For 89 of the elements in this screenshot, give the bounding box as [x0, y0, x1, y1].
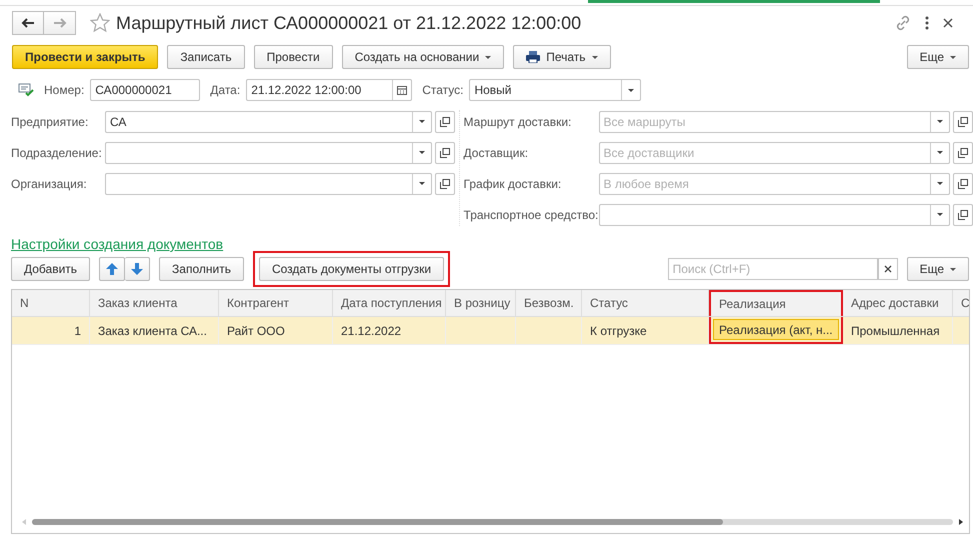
select-field[interactable] [598, 204, 950, 226]
table-toolbar-button[interactable]: Заполнить [159, 257, 244, 281]
printer-icon [526, 51, 540, 63]
current-cell: Реализация (акт, н... [709, 317, 843, 344]
select-field[interactable] [105, 142, 432, 164]
more-button[interactable]: Еще [906, 45, 969, 69]
calendar-icon [397, 85, 408, 95]
table-row[interactable]: 1 Заказ клиента СА... Райт ООО 21.12.2022 К отгрузке Реализация (акт, н... Промышленная [12, 317, 969, 345]
status-field[interactable]: Новый [469, 79, 642, 101]
table-cell: Заказ клиента СА... [90, 317, 219, 344]
open-window-icon [440, 178, 450, 188]
down-arrow-icon [131, 263, 144, 275]
open-button[interactable] [434, 142, 455, 164]
toolbar-button[interactable]: Провести [254, 45, 333, 69]
field-label: График доставки: [464, 176, 562, 190]
posted-document-icon [18, 83, 34, 97]
open-button[interactable] [434, 110, 455, 132]
field-label: Подразделение: [11, 146, 102, 160]
field-label: Маршрут доставки: [464, 114, 572, 128]
dropdown-icon [937, 213, 943, 216]
table-cell: 1 [12, 317, 90, 344]
field-label: Доставщик: [464, 146, 530, 160]
open-window-icon [958, 116, 968, 126]
close-icon [884, 265, 892, 273]
caret-icon [592, 56, 598, 58]
select-field[interactable] [105, 172, 432, 194]
dropdown-icon [937, 120, 943, 123]
back-arrow-icon [21, 18, 35, 28]
table-cell: 21.12.2022 [333, 317, 446, 344]
field-label: Предприятие: [11, 114, 90, 128]
open-window-icon [958, 210, 968, 220]
dropdown-icon [418, 151, 425, 154]
scroll-right-icon[interactable] [959, 519, 963, 525]
open-window-icon [958, 178, 968, 188]
column-header[interactable]: Заказ клиента [90, 290, 219, 316]
back-button[interactable] [12, 11, 44, 35]
toolbar-button[interactable]: Создать на основании [342, 45, 504, 69]
open-button[interactable] [953, 142, 973, 164]
status-label: Статус: [422, 83, 464, 97]
field-label: Транспортное средство: [464, 208, 596, 222]
close-icon[interactable] [943, 18, 953, 28]
open-window-icon [440, 116, 450, 126]
table-toolbar-button[interactable]: Добавить [11, 257, 90, 281]
column-header[interactable]: Дата поступления [333, 290, 446, 316]
open-window-icon [440, 148, 450, 158]
open-button[interactable] [953, 172, 973, 194]
dropdown-icon [937, 151, 943, 154]
table-cell: Райт ООО [219, 317, 333, 344]
column-header[interactable]: С [953, 290, 969, 316]
date-label: Дата: [210, 83, 240, 97]
settings-link[interactable]: Настройки создания документов [11, 236, 224, 252]
column-header[interactable]: В розницу [446, 290, 516, 316]
move-down-button[interactable] [125, 257, 150, 281]
table-toolbar-button[interactable]: Создать документы отгрузки [258, 257, 444, 281]
window-title: Маршрутный лист СА000000021 от 21.12.2022 12:00:00 [116, 12, 582, 34]
more-button[interactable]: Еще [906, 257, 969, 281]
date-field[interactable]: 21.12.2022 12:00:00 [246, 79, 412, 101]
column-header[interactable]: Статус [582, 290, 709, 316]
link-icon[interactable] [895, 15, 911, 31]
dropdown-icon [418, 182, 425, 185]
star-icon[interactable] [90, 13, 110, 33]
open-button[interactable] [953, 110, 973, 132]
table-cell: Промышленная [843, 317, 953, 344]
print-button[interactable]: Печать [513, 45, 610, 69]
dropdown-icon [937, 182, 943, 185]
clear-button[interactable] [878, 258, 898, 280]
column-header[interactable]: Безвозм. [516, 290, 582, 316]
forward-arrow-icon [52, 18, 66, 28]
post-and-close-button[interactable]: Провести и закрыть [12, 45, 158, 69]
open-button[interactable] [434, 172, 455, 194]
field-label: Организация: [11, 176, 88, 190]
dropdown-icon [628, 88, 634, 92]
dropdown-icon [418, 120, 425, 123]
number-field[interactable]: СА000000021 [90, 79, 200, 101]
horizontal-scrollbar[interactable] [32, 519, 953, 525]
up-arrow-icon [106, 263, 118, 275]
select-field[interactable]: СА [105, 110, 432, 132]
column-header[interactable]: Адрес доставки [843, 290, 953, 316]
open-window-icon [958, 148, 968, 158]
open-button[interactable] [953, 204, 973, 226]
column-header[interactable]: Контрагент [219, 290, 333, 316]
caret-icon [950, 268, 956, 270]
move-up-button[interactable] [99, 257, 126, 281]
caret-icon [950, 56, 956, 58]
column-header[interactable]: N [12, 290, 90, 316]
caret-icon [485, 56, 492, 58]
menu-icon[interactable] [925, 16, 929, 30]
number-label: Номер: [44, 83, 84, 97]
toolbar-button[interactable]: Записать [167, 45, 245, 69]
